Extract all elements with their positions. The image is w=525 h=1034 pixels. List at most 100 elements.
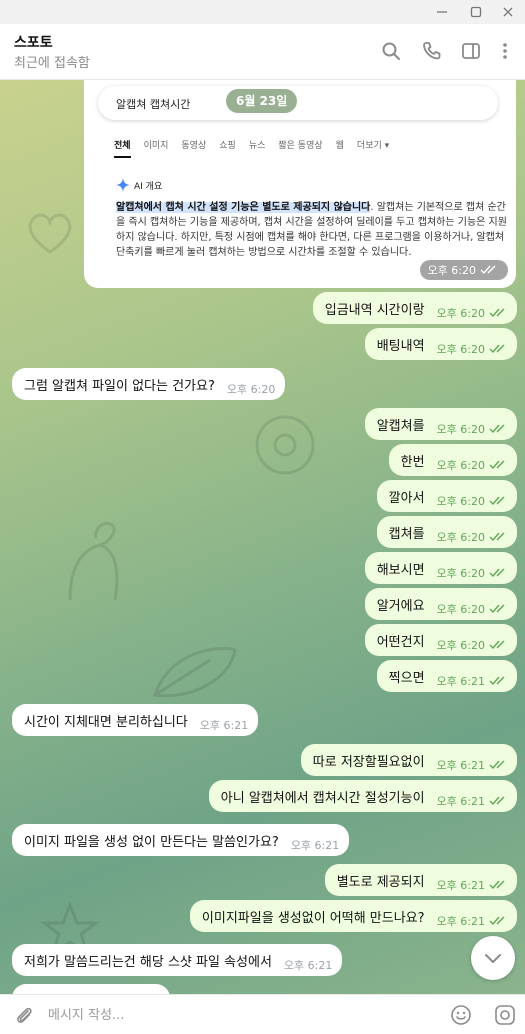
message-text: 한번 xyxy=(400,454,425,470)
window-title-bar xyxy=(0,0,525,24)
phone-icon xyxy=(423,42,441,60)
read-checkmarks-icon xyxy=(489,604,507,614)
outgoing-message[interactable]: 어떤건지 오후 6:20 xyxy=(364,624,517,656)
message-text: 아니 알캡쳐에서 캡쳐시간 절성기능이 xyxy=(220,790,425,806)
incoming-message[interactable]: 그럼 알캡쳐 파일이 없다는 건가요? 오후 6:20 xyxy=(12,368,286,400)
message-text: 알거에요 xyxy=(376,598,425,614)
outgoing-message[interactable]: 이미지파일을 생성없이 어떡해 만드나요? 오후 6:21 xyxy=(189,900,517,932)
read-checkmarks-icon xyxy=(489,532,507,542)
doodle-donut-icon xyxy=(255,415,315,475)
outgoing-message[interactable]: 알거에요 오후 6:20 xyxy=(364,588,517,620)
read-checkmarks-icon xyxy=(489,916,507,926)
sticker-button[interactable] xyxy=(493,1003,517,1027)
message-time: 오후 6:21 xyxy=(436,759,485,772)
search-icon xyxy=(382,42,400,60)
date-separator: 6월 23일 xyxy=(226,89,298,113)
chevron-down-icon xyxy=(485,954,501,963)
screenshot-tab: 동영상 xyxy=(181,141,207,151)
message-text: 알캡쳐를 xyxy=(376,418,425,434)
image-message[interactable]: 알캡쳐 캡쳐시간 6월 23일 전체 이미지 동영상 쇼핑 뉴스 짧은 동영상 … xyxy=(84,80,516,288)
message-text: 어떤건지 xyxy=(376,634,425,650)
screenshot-tab: 전체 xyxy=(114,138,131,158)
outgoing-message[interactable]: 입금내역 시간이랑 오후 6:20 xyxy=(312,292,517,324)
read-checkmarks-icon xyxy=(489,568,507,578)
minimize-icon xyxy=(437,11,447,13)
message-time: 오후 6:21 xyxy=(436,675,485,688)
message-time: 오후 6:21 xyxy=(283,959,333,972)
chat-messages-area[interactable]: 알캡쳐 캡쳐시간 6월 23일 전체 이미지 동영상 쇼핑 뉴스 짧은 동영상 … xyxy=(0,80,525,994)
message-input[interactable] xyxy=(48,1004,428,1026)
read-checkmarks-icon xyxy=(489,676,507,686)
outgoing-message[interactable]: 해보시면 오후 6:20 xyxy=(364,552,517,584)
message-time: 오후 6:20 xyxy=(436,495,485,508)
message-text: 입금내역 시간이랑 xyxy=(324,302,425,318)
incoming-message[interactable]: 저희가 말씀드리는건 해당 스샷 파일 속성에서 오후 6:21 xyxy=(12,944,343,976)
emoji-button[interactable] xyxy=(449,1003,473,1027)
outgoing-message[interactable]: 알캡쳐를 오후 6:20 xyxy=(364,408,517,440)
search-button[interactable] xyxy=(378,38,404,64)
incoming-message[interactable]: 시간이 지체대면 분리하십니다 오후 6:21 xyxy=(12,704,259,736)
call-button[interactable] xyxy=(419,38,445,64)
contact-status: 최근에 접속함 xyxy=(14,56,90,71)
message-time: 오후 6:21 xyxy=(290,839,340,852)
sidebar-toggle-icon xyxy=(462,43,480,59)
read-checkmarks-icon xyxy=(489,460,507,470)
doodle-leaf-icon xyxy=(153,646,237,698)
scroll-to-bottom-button[interactable] xyxy=(471,936,515,980)
chat-header[interactable]: 스포토 최근에 접속함 xyxy=(0,24,525,80)
read-checkmarks-icon xyxy=(489,344,507,354)
message-text: 배팅내역 xyxy=(376,338,425,354)
outgoing-message[interactable]: 한번 오후 6:20 xyxy=(388,444,517,476)
screenshot-tab: 웹 xyxy=(335,141,344,151)
attach-button[interactable] xyxy=(12,1003,36,1027)
doodle-dinosaur-icon xyxy=(68,522,119,601)
outgoing-message[interactable]: 배팅내역 오후 6:20 xyxy=(364,328,517,360)
screenshot-tab: 짧은 동영상 xyxy=(278,141,323,151)
ai-highlight-text: 알캡쳐에서 캡쳐 시간 설정 기능은 별도로 제공되지 않습니다 xyxy=(116,202,371,213)
message-time: 오후 6:20 xyxy=(436,459,485,472)
minimize-button[interactable] xyxy=(425,0,459,24)
message-text: 별도로 제공되지 xyxy=(336,874,425,890)
outgoing-message[interactable]: 아니 알캡쳐에서 캡쳐시간 절성기능이 오후 6:21 xyxy=(208,780,517,812)
maximize-button[interactable] xyxy=(459,0,493,24)
image-time-text: 오후 6:20 xyxy=(427,264,476,277)
sparkle-icon xyxy=(116,178,130,192)
message-time: 오후 6:20 xyxy=(436,603,485,616)
message-time: 오후 6:21 xyxy=(436,795,485,808)
read-checkmarks-icon xyxy=(480,265,496,275)
message-time: 오후 6:21 xyxy=(436,915,485,928)
outgoing-message[interactable]: 별도로 제공되지 오후 6:21 xyxy=(324,864,517,896)
message-time: 오후 6:21 xyxy=(199,719,249,732)
screenshot-search-tabs: 전체 이미지 동영상 쇼핑 뉴스 짧은 동영상 웹 더보기 ▾ xyxy=(114,138,389,158)
screenshot-search-query: 알캡쳐 캡쳐시간 xyxy=(116,98,191,111)
sidebar-toggle-button[interactable] xyxy=(458,38,484,64)
message-time: 오후 6:20 xyxy=(436,531,485,544)
outgoing-message[interactable]: 따로 저장할필요없이 오후 6:21 xyxy=(300,744,517,776)
screenshot-tab: 쇼핑 xyxy=(219,141,236,151)
close-window-button[interactable] xyxy=(491,0,525,24)
incoming-message[interactable]: 시간을 말씀드리는겁니다 xyxy=(12,984,170,994)
close-icon xyxy=(503,7,513,17)
read-checkmarks-icon xyxy=(489,880,507,890)
ai-overview-heading: AI 개요 xyxy=(116,178,162,192)
message-text: 저희가 말씀드리는건 해당 스샷 파일 속성에서 xyxy=(24,954,272,970)
image-timestamp: 오후 6:20 xyxy=(419,260,508,280)
outgoing-message[interactable]: 캡쳐를 오후 6:20 xyxy=(376,516,517,548)
more-vertical-icon xyxy=(503,43,507,59)
outgoing-message[interactable]: 깔아서 오후 6:20 xyxy=(376,480,517,512)
outgoing-message[interactable]: 찍으면 오후 6:21 xyxy=(376,660,517,692)
maximize-icon xyxy=(470,6,482,18)
message-text: 캡쳐를 xyxy=(388,526,425,542)
message-text: 이미지파일을 생성없이 어떡해 만드나요? xyxy=(201,910,425,926)
message-text: 그럼 알캡쳐 파일이 없다는 건가요? xyxy=(24,378,215,394)
emoji-icon xyxy=(451,1005,471,1025)
contact-name[interactable]: 스포토 xyxy=(14,32,53,52)
message-text: 해보시면 xyxy=(376,562,425,578)
doodle-heart-icon xyxy=(28,213,72,254)
screenshot-search-box: 알캡쳐 캡쳐시간 xyxy=(98,86,498,120)
incoming-message[interactable]: 이미지 파일을 생성 없이 만든다는 말씀인가요? 오후 6:21 xyxy=(12,824,350,856)
message-time: 오후 6:20 xyxy=(226,383,276,396)
more-menu-button[interactable] xyxy=(492,38,518,64)
message-time: 오후 6:20 xyxy=(436,423,485,436)
sticker-icon xyxy=(495,1005,515,1025)
